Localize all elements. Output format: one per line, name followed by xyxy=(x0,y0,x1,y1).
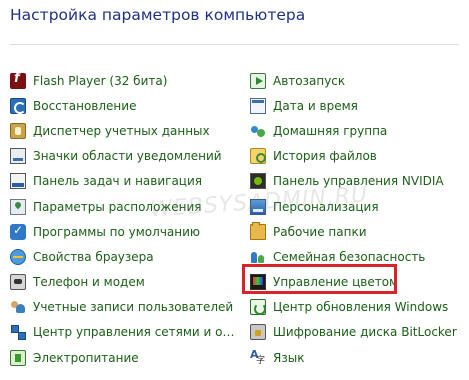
flash-player-icon xyxy=(10,71,26,89)
file-history-icon xyxy=(250,148,266,165)
item-label: Свойства браузера xyxy=(33,249,154,264)
item-user-accounts[interactable]: Учетные записи пользователей xyxy=(10,295,235,320)
item-default-programs[interactable]: Программы по умолчанию xyxy=(10,219,235,244)
right-column: Автозапуск Дата и время Домашняя группа … xyxy=(250,68,465,370)
nvidia-icon xyxy=(250,173,266,190)
item-taskbar-navigation[interactable]: Панель задач и навигация xyxy=(10,169,235,194)
item-label: Персонализация xyxy=(273,199,379,214)
item-label: Центр обновления Windows xyxy=(273,300,449,315)
item-label: Телефон и модем xyxy=(33,275,145,290)
item-recovery[interactable]: Восстановление xyxy=(10,93,235,118)
item-label: Значки области уведомлений xyxy=(33,149,222,164)
item-location-settings[interactable]: Параметры расположения xyxy=(10,194,235,219)
item-label: Электропитание xyxy=(33,350,139,365)
item-nvidia-control-panel[interactable]: Панель управления NVIDIA xyxy=(250,169,465,194)
item-label: Язык xyxy=(273,350,305,365)
item-power-options[interactable]: Электропитание xyxy=(10,345,235,370)
page-title: Настройка параметров компьютера xyxy=(10,6,306,24)
item-label: Домашняя группа xyxy=(273,123,388,138)
taskbar-icon xyxy=(10,173,26,190)
title-divider xyxy=(10,44,459,45)
item-label: Дата и время xyxy=(273,98,358,113)
item-work-folders[interactable]: Рабочие папки xyxy=(250,219,465,244)
item-notification-icons[interactable]: Значки области уведомлений xyxy=(10,144,235,169)
language-icon xyxy=(250,348,266,366)
default-programs-icon xyxy=(10,223,26,240)
item-bitlocker[interactable]: Шифрование диска BitLocker xyxy=(250,320,465,345)
item-label: История файлов xyxy=(273,149,377,164)
item-label: Панель задач и навигация xyxy=(33,174,202,189)
location-icon xyxy=(10,198,26,215)
item-personalization[interactable]: Персонализация xyxy=(250,194,465,219)
item-flash-player[interactable]: Flash Player (32 бита) xyxy=(10,68,235,93)
item-label: Flash Player (32 бита) xyxy=(33,73,168,88)
item-homegroup[interactable]: Домашняя группа xyxy=(250,118,465,143)
highlight-box xyxy=(242,264,397,294)
item-label: Шифрование диска BitLocker xyxy=(273,325,457,340)
item-label: Рабочие папки xyxy=(273,224,367,239)
family-safety-icon xyxy=(250,249,266,265)
left-column: Flash Player (32 бита) Восстановление Ди… xyxy=(10,68,235,370)
credential-manager-icon xyxy=(10,122,26,139)
network-center-icon xyxy=(10,324,26,341)
item-label: Автозапуск xyxy=(273,73,346,88)
item-network-sharing-center[interactable]: Центр управления сетями и общи... xyxy=(10,320,235,345)
phone-modem-icon xyxy=(10,274,26,291)
item-phone-modem[interactable]: Телефон и модем xyxy=(10,270,235,295)
item-autoplay[interactable]: Автозапуск xyxy=(250,68,465,93)
autoplay-icon xyxy=(250,72,266,89)
work-folders-icon xyxy=(250,221,266,240)
item-label: Диспетчер учетных данных xyxy=(33,123,210,138)
power-options-icon xyxy=(10,349,26,366)
item-date-time[interactable]: Дата и время xyxy=(250,93,465,118)
item-label: Программы по умолчанию xyxy=(33,224,201,239)
item-windows-update[interactable]: Центр обновления Windows xyxy=(250,295,465,320)
personalization-icon xyxy=(250,198,266,215)
item-language[interactable]: Язык xyxy=(250,345,465,370)
bitlocker-icon xyxy=(250,324,266,341)
homegroup-icon xyxy=(250,123,266,139)
item-label: Семейная безопасность xyxy=(273,249,426,264)
windows-update-icon xyxy=(250,299,266,316)
item-label: Панель управления NVIDIA xyxy=(273,174,444,189)
user-accounts-icon xyxy=(10,299,26,315)
item-credential-manager[interactable]: Диспетчер учетных данных xyxy=(10,118,235,143)
item-browser-properties[interactable]: Свойства браузера xyxy=(10,244,235,269)
notification-area-icon xyxy=(10,148,26,165)
item-label: Учетные записи пользователей xyxy=(33,300,234,315)
item-label: Параметры расположения xyxy=(33,199,202,214)
item-file-history[interactable]: История файлов xyxy=(250,144,465,169)
browser-icon xyxy=(10,248,26,265)
item-label: Восстановление xyxy=(33,98,137,113)
item-label: Центр управления сетями и общи... xyxy=(33,325,235,340)
date-time-icon xyxy=(250,97,266,114)
recovery-icon xyxy=(10,97,26,114)
